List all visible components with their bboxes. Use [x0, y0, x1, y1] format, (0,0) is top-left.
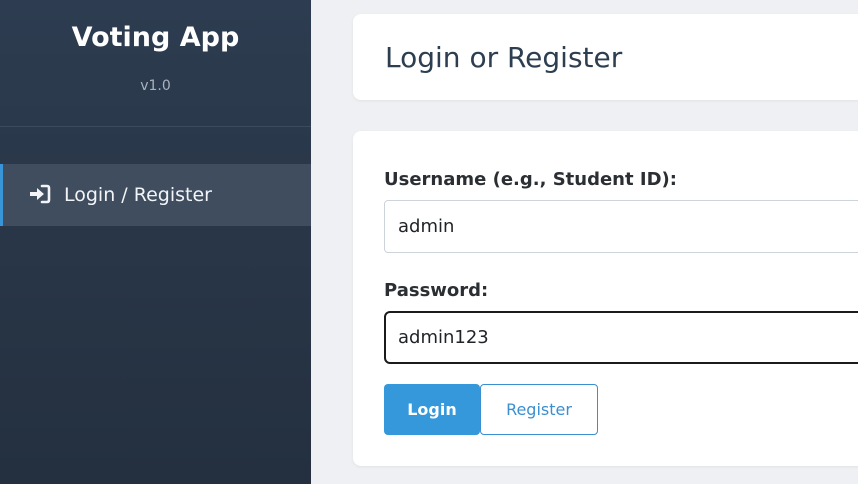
password-label: Password: [384, 280, 489, 301]
login-form: Username (e.g., Student ID): Password: L… [353, 131, 858, 466]
register-button[interactable]: Register [480, 384, 598, 435]
login-button[interactable]: Login [384, 384, 480, 435]
sidebar-item-login-register[interactable]: Login / Register [0, 164, 311, 226]
sidebar-item-label: Login / Register [64, 184, 212, 206]
app-title: Voting App [71, 22, 240, 53]
sidebar-brand: Voting App v1.0 [0, 0, 311, 127]
app-version: v1.0 [140, 78, 171, 94]
sign-in-icon [29, 184, 51, 204]
password-input[interactable] [384, 311, 858, 364]
app-root: Voting App v1.0 Login / Register Login o… [0, 0, 858, 484]
sidebar: Voting App v1.0 Login / Register [0, 0, 311, 484]
page-header: Login or Register [353, 14, 858, 100]
page-title: Login or Register [385, 41, 623, 74]
username-label: Username (e.g., Student ID): [384, 169, 677, 190]
username-input[interactable] [384, 200, 858, 253]
